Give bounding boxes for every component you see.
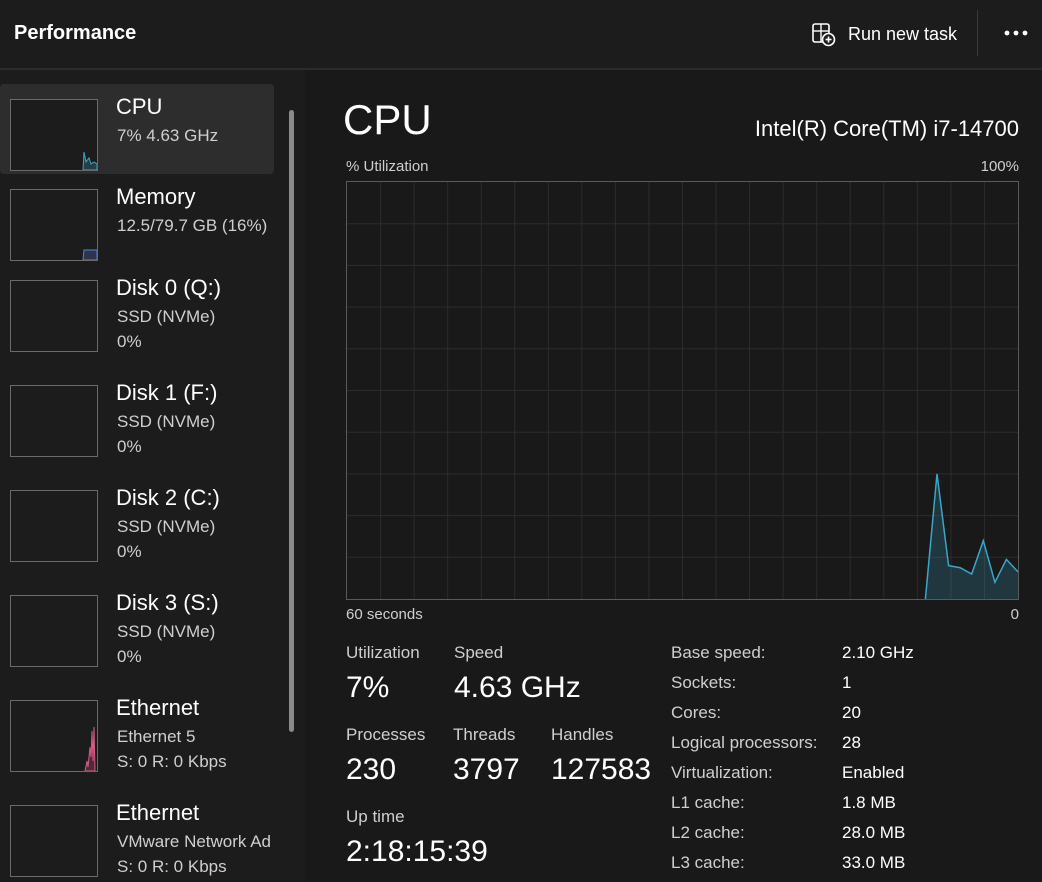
sidebar-item-detail: SSD (NVMe) bbox=[117, 412, 216, 431]
spec-label: Base speed: bbox=[671, 643, 766, 662]
sidebar-item-name: Disk 2 (C:) bbox=[116, 485, 220, 510]
cpu-detail-panel: CPU Intel(R) Core(TM) i7-14700 % Utiliza… bbox=[305, 70, 1042, 882]
sidebar-item-2[interactable]: Disk 0 (Q:) SSD (NVMe) 0% bbox=[0, 265, 274, 355]
spec-label: L3 cache: bbox=[671, 853, 745, 872]
sidebar-item-5[interactable]: Disk 3 (S:) SSD (NVMe) 0% bbox=[0, 580, 274, 670]
sidebar-item-name: Ethernet bbox=[116, 800, 200, 825]
processes-value: 230 bbox=[346, 753, 397, 786]
cpu-utilization-chart bbox=[347, 182, 1019, 600]
sidebar-thumbnail-graph bbox=[10, 490, 98, 562]
spec-label: Virtualization: bbox=[671, 763, 773, 782]
sidebar-item-4[interactable]: Disk 2 (C:) SSD (NVMe) 0% bbox=[0, 475, 274, 565]
sidebar-item-name: Disk 1 (F:) bbox=[116, 380, 218, 405]
sidebar-thumbnail-graph bbox=[10, 99, 98, 171]
sidebar-thumbnail-graph bbox=[10, 280, 98, 352]
handles-value: 127583 bbox=[551, 753, 652, 786]
sidebar-item-name: Disk 3 (S:) bbox=[116, 590, 219, 615]
resource-sidebar: CPU 7% 4.63 GHz Memory 12.5/79.7 GB (16%) Di… bbox=[0, 70, 304, 882]
sidebar-thumbnail-graph bbox=[10, 700, 98, 772]
sidebar-item-detail: 7% 4.63 GHz bbox=[117, 126, 219, 145]
cpu-utilization-graph bbox=[346, 181, 1019, 600]
sidebar-item-1[interactable]: Memory 12.5/79.7 GB (16%) bbox=[0, 174, 274, 264]
spec-label: Logical processors: bbox=[671, 733, 818, 752]
sidebar-item-value: S: 0 R: 0 Kbps bbox=[117, 857, 227, 876]
sidebar-item-detail: Ethernet 5 bbox=[117, 727, 196, 746]
speed-label: Speed bbox=[454, 643, 504, 662]
sidebar-scrollbar[interactable] bbox=[289, 110, 294, 732]
uptime-label: Up time bbox=[346, 807, 405, 826]
sidebar-item-value: 0% bbox=[117, 647, 142, 666]
cpu-model-name: Intel(R) Core(TM) i7-14700 bbox=[754, 116, 1019, 141]
sidebar-item-6[interactable]: Ethernet Ethernet 5 S: 0 R: 0 Kbps bbox=[0, 685, 274, 775]
spec-value: 28 bbox=[842, 733, 861, 752]
sidebar-item-0[interactable]: CPU 7% 4.63 GHz bbox=[0, 84, 274, 174]
spec-value: 28.0 MB bbox=[842, 823, 906, 842]
graph-y-max-label: 100% bbox=[980, 158, 1019, 175]
graph-x-label: 60 seconds bbox=[346, 606, 423, 623]
header-bar: Performance Run new task bbox=[0, 0, 1042, 70]
sidebar-item-name: Ethernet bbox=[116, 695, 200, 720]
sidebar-thumbnail-graph bbox=[10, 189, 98, 261]
processes-label: Processes bbox=[346, 725, 426, 744]
spec-value: 1 bbox=[842, 673, 852, 692]
sidebar-thumbnail-graph bbox=[10, 805, 98, 877]
spec-value: 2.10 GHz bbox=[842, 643, 914, 662]
spec-label: L1 cache: bbox=[671, 793, 745, 812]
ellipsis-icon bbox=[1004, 30, 1028, 36]
spec-value: Enabled bbox=[842, 763, 905, 782]
run-new-task-button[interactable]: Run new task bbox=[810, 18, 957, 50]
sidebar-item-value: 0% bbox=[117, 332, 142, 351]
graph-x-min-label: 0 bbox=[1010, 606, 1019, 623]
spec-label: Sockets: bbox=[671, 673, 737, 692]
threads-label: Threads bbox=[453, 725, 516, 744]
spec-value: 33.0 MB bbox=[842, 853, 906, 872]
spec-value: 20 bbox=[842, 703, 861, 722]
sidebar-item-detail: VMware Network Ad bbox=[117, 832, 271, 851]
sidebar-item-3[interactable]: Disk 1 (F:) SSD (NVMe) 0% bbox=[0, 370, 274, 460]
sidebar-item-7[interactable]: Ethernet VMware Network Ad S: 0 R: 0 Kbps bbox=[0, 790, 274, 880]
spec-value: 1.8 MB bbox=[842, 793, 896, 812]
sidebar-item-value: S: 0 R: 0 Kbps bbox=[117, 752, 227, 771]
run-task-icon bbox=[812, 23, 836, 47]
sidebar-item-detail: 12.5/79.7 GB (16%) bbox=[117, 216, 268, 235]
handles-label: Handles bbox=[551, 725, 614, 744]
page-title: Performance bbox=[14, 22, 137, 44]
utilization-label: Utilization bbox=[346, 643, 420, 662]
threads-value: 3797 bbox=[453, 753, 520, 786]
sidebar-thumbnail-graph bbox=[10, 595, 98, 667]
sidebar-item-name: Disk 0 (Q:) bbox=[116, 275, 222, 300]
utilization-value: 7% bbox=[346, 671, 390, 704]
sidebar-thumbnail-graph bbox=[10, 385, 98, 457]
sidebar-item-name: CPU bbox=[116, 94, 163, 119]
sidebar-item-name: Memory bbox=[116, 184, 196, 209]
sidebar-item-detail: SSD (NVMe) bbox=[117, 517, 216, 536]
run-new-task-label: Run new task bbox=[848, 23, 958, 44]
sidebar-item-value: 0% bbox=[117, 542, 142, 561]
spec-label: L2 cache: bbox=[671, 823, 745, 842]
graph-y-label: % Utilization bbox=[346, 158, 429, 175]
more-options-button[interactable] bbox=[994, 18, 1038, 48]
resource-title: CPU bbox=[343, 96, 432, 143]
toolbar-divider bbox=[977, 10, 978, 56]
sidebar-item-detail: SSD (NVMe) bbox=[117, 622, 216, 641]
sidebar-item-detail: SSD (NVMe) bbox=[117, 307, 216, 326]
uptime-value: 2:18:15:39 bbox=[346, 835, 488, 868]
speed-value: 4.63 GHz bbox=[454, 671, 581, 704]
spec-label: Cores: bbox=[671, 703, 722, 722]
sidebar-item-value: 0% bbox=[117, 437, 142, 456]
